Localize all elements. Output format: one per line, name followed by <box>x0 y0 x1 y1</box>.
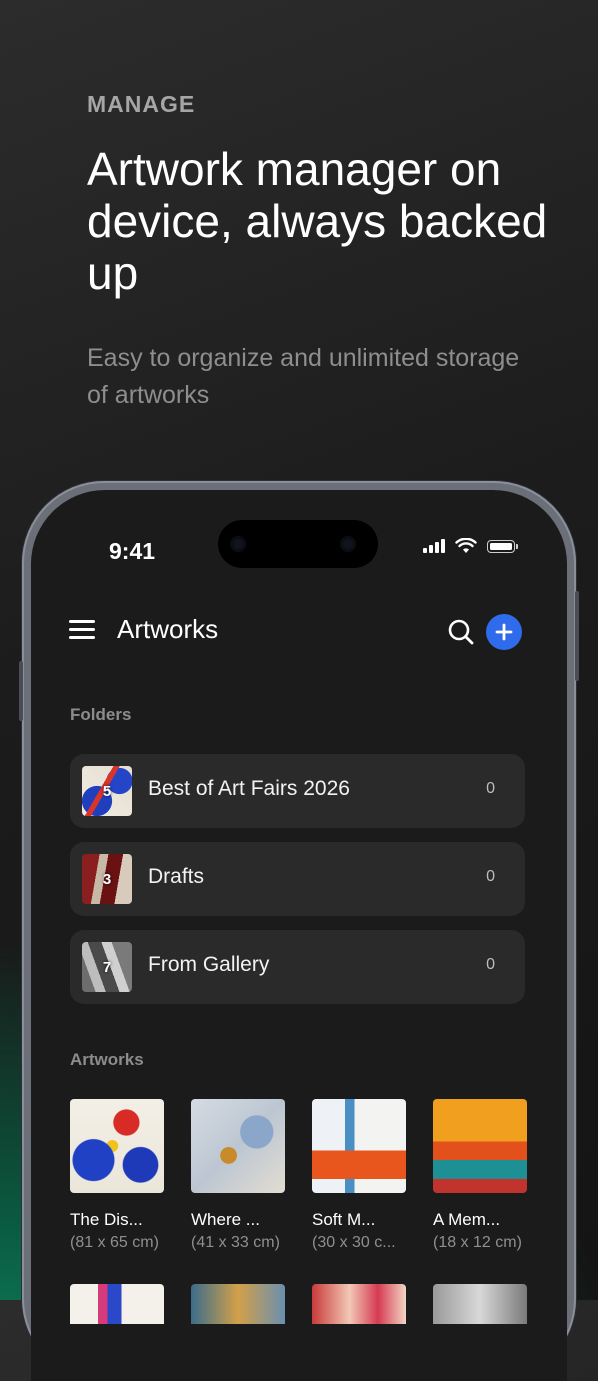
folder-item[interactable]: 5 Best of Art Fairs 2026 0 <box>70 754 525 828</box>
artwork-thumbnail <box>191 1099 285 1193</box>
artwork-thumbnail[interactable] <box>312 1284 406 1324</box>
artwork-thumbnail <box>70 1099 164 1193</box>
camera-icon <box>230 536 246 552</box>
artwork-title: The Dis... <box>70 1210 143 1229</box>
folder-count: 0 <box>486 956 495 973</box>
battery-icon <box>487 539 518 553</box>
dynamic-island <box>218 520 378 568</box>
artwork-thumbnail[interactable] <box>191 1284 285 1324</box>
add-button[interactable] <box>486 614 522 650</box>
folder-thumb-count: 7 <box>102 958 112 976</box>
folder-thumb-count: 3 <box>102 870 112 888</box>
artwork-card[interactable]: Soft M... (30 x 30 c... <box>312 1099 406 1252</box>
phone-frame: 9:41 Artworks Folders 5 Best of Art Fair… <box>19 481 579 1381</box>
menu-icon[interactable] <box>69 620 95 640</box>
cellular-signal-icon <box>423 539 445 553</box>
artwork-thumbnail[interactable] <box>433 1284 527 1324</box>
power-button <box>575 591 579 681</box>
folder-item[interactable]: 7 From Gallery 0 <box>70 930 525 1004</box>
app-screen: 9:41 Artworks Folders 5 Best of Art Fair… <box>31 490 567 1381</box>
artwork-thumbnail <box>312 1099 406 1193</box>
artwork-thumbnail[interactable] <box>70 1284 164 1324</box>
folders-section-label: Folders <box>70 705 132 724</box>
folder-count: 0 <box>486 780 495 797</box>
folder-name: Best of Art Fairs 2026 <box>148 777 350 800</box>
promo-subtitle: Easy to organize and unlimited storage o… <box>87 344 520 409</box>
artwork-title: A Mem... <box>433 1210 501 1229</box>
artwork-dimensions: (81 x 65 cm) <box>70 1234 159 1251</box>
page-title: Artworks <box>117 614 219 644</box>
sensor-icon <box>340 536 356 552</box>
promo-headline: Artwork manager on device, always backed… <box>87 143 548 299</box>
artwork-dimensions: (41 x 33 cm) <box>191 1234 280 1251</box>
folder-count: 0 <box>486 868 495 885</box>
artwork-card[interactable]: A Mem... (18 x 12 cm) <box>433 1099 527 1252</box>
search-icon[interactable] <box>447 618 475 646</box>
wifi-icon <box>455 538 477 553</box>
artwork-thumbnail <box>433 1099 527 1193</box>
artwork-dimensions: (30 x 30 c... <box>312 1234 396 1251</box>
artworks-section-label: Artworks <box>70 1050 144 1069</box>
plus-icon <box>495 623 513 641</box>
status-icons <box>423 538 518 554</box>
artwork-title: Where ... <box>191 1210 260 1229</box>
artwork-card[interactable]: Where ... (41 x 33 cm) <box>191 1099 285 1252</box>
artwork-card[interactable]: The Dis... (81 x 65 cm) <box>70 1099 164 1252</box>
folder-name: Drafts <box>148 865 205 888</box>
folder-name: From Gallery <box>148 953 270 976</box>
artwork-title: Soft M... <box>312 1210 376 1229</box>
status-time: 9:41 <box>109 538 156 564</box>
folder-thumb-count: 5 <box>102 782 112 800</box>
section-kicker: MANAGE <box>87 91 196 117</box>
folder-item[interactable]: 3 Drafts 0 <box>70 842 525 916</box>
artwork-dimensions: (18 x 12 cm) <box>433 1234 522 1251</box>
volume-button <box>19 661 23 721</box>
